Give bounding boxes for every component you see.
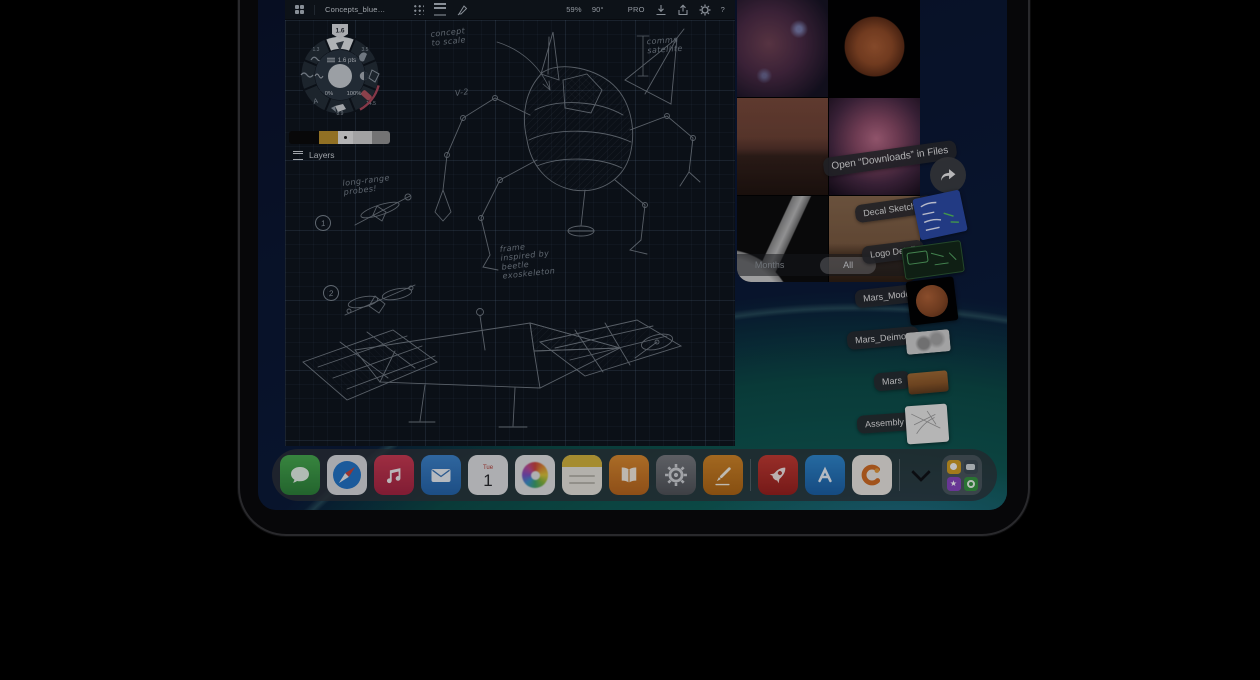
- mail-app-icon[interactable]: [421, 455, 461, 495]
- pen-icon: [710, 462, 736, 488]
- dock: Tue 1: [272, 449, 997, 501]
- notes-app-icon[interactable]: [562, 455, 602, 495]
- calendar-app-icon[interactable]: Tue 1: [468, 455, 508, 495]
- annotation-concept-to-scale: concept to scale: [430, 26, 466, 48]
- drawing-canvas[interactable]: concept to scale comms satellite V-2 lon…: [285, 20, 735, 446]
- mini-app-star-icon: ★: [947, 477, 961, 491]
- notes-line: [569, 482, 595, 484]
- photos-flower-icon: [522, 462, 548, 488]
- notes-header-band: [562, 455, 602, 467]
- brush-preview[interactable]: [328, 64, 352, 88]
- wheel-size-upper-left: 1.3: [313, 47, 320, 53]
- mini-app-tips-icon: [947, 460, 961, 474]
- concepts-app-icon[interactable]: [852, 455, 892, 495]
- opacity-min-label: 0%: [325, 91, 333, 97]
- rocket-app-icon[interactable]: [758, 455, 798, 495]
- pen-nib-icon[interactable]: [456, 4, 468, 16]
- concepts-toolbar: Concepts_blue… 59% 90° PRO: [285, 0, 735, 20]
- wheel-size-upper-right: 3.5: [362, 47, 369, 53]
- swatch-gold[interactable]: [319, 131, 338, 144]
- music-note-icon: [383, 464, 405, 486]
- mail-envelope-icon: [428, 462, 454, 488]
- opacity-max-label: 100%: [347, 91, 362, 97]
- open-book-icon: [616, 462, 642, 488]
- drag-thumb-assembly[interactable]: [905, 404, 950, 445]
- swatch-dark-gray[interactable]: [372, 131, 390, 144]
- app-store-app-icon[interactable]: [805, 455, 845, 495]
- color-swatch-strip[interactable]: [289, 131, 390, 144]
- photo-mars-landscape[interactable]: [737, 98, 828, 195]
- zoom-level[interactable]: 59%: [566, 5, 582, 14]
- toolbar-divider: [314, 5, 315, 15]
- apps-grid-icon[interactable]: [295, 5, 304, 14]
- tab-months[interactable]: Months: [755, 260, 785, 270]
- notes-line: [569, 475, 595, 477]
- document-title[interactable]: Concepts_blue…: [325, 5, 385, 14]
- size-flag-value: 1.6: [335, 28, 344, 35]
- drag-thumb-mars[interactable]: [907, 370, 949, 394]
- layers-panel-header[interactable]: Layers: [293, 150, 335, 160]
- export-share-icon[interactable]: [677, 4, 689, 16]
- photo-grid: [737, 0, 920, 282]
- settings-app-icon[interactable]: [656, 455, 696, 495]
- help-button[interactable]: ?: [721, 5, 725, 14]
- concepts-app-window: Concepts_blue… 59% 90° PRO: [285, 0, 735, 446]
- annotation-comms-satellite: comms satellite: [646, 35, 683, 55]
- forward-arrow-icon: [939, 167, 957, 183]
- drag-thumb-mars-model[interactable]: [905, 276, 958, 326]
- app-library-icon[interactable]: ★: [942, 455, 982, 495]
- drag-label-assembly[interactable]: Assembly: [856, 412, 912, 434]
- annotation-version: V-2: [454, 87, 469, 98]
- dock-divider: [750, 459, 751, 491]
- app-store-a-icon: [812, 462, 838, 488]
- share-forward-button[interactable]: [930, 157, 966, 193]
- snap-grid-icon[interactable]: [413, 4, 424, 15]
- photos-app-icon[interactable]: [515, 455, 555, 495]
- settings-gear-icon[interactable]: [699, 4, 711, 16]
- concepts-c-icon: [858, 461, 886, 489]
- rotation-value[interactable]: 90°: [592, 5, 604, 14]
- app-library-grid: ★: [947, 460, 978, 491]
- import-icon[interactable]: [655, 4, 667, 16]
- safari-app-icon[interactable]: [327, 455, 367, 495]
- tool-wheel[interactable]: A 1.3 3.5 14.5 8.9 1.6 pts 0% 100%: [285, 20, 405, 136]
- messages-bubble-icon: [288, 463, 312, 487]
- dock-divider: [899, 459, 900, 491]
- pro-badge[interactable]: PRO: [628, 5, 645, 14]
- photo-nebula[interactable]: [737, 0, 828, 97]
- safari-compass-icon: [330, 458, 364, 492]
- dock-collapse-button[interactable]: [907, 455, 935, 495]
- wheel-size-bottom: 8.9: [337, 111, 344, 117]
- ipad-screen: Concepts_blue… 59% 90° PRO: [258, 0, 1007, 510]
- books-app-icon[interactable]: [609, 455, 649, 495]
- swatch-light-selected[interactable]: [338, 131, 353, 144]
- mini-app-clock-icon: [964, 477, 978, 491]
- photo-mars-globe[interactable]: [829, 0, 920, 97]
- stroke-size-label: 1.6 pts: [338, 57, 357, 64]
- layers-menu-icon: [293, 151, 303, 160]
- calendar-day: 1: [483, 472, 492, 490]
- pages-app-icon[interactable]: [703, 455, 743, 495]
- drag-thumb-mars-deimos[interactable]: [905, 329, 951, 355]
- layer-stack-icon[interactable]: [434, 3, 446, 16]
- messages-app-icon[interactable]: [280, 455, 320, 495]
- swatch-gray[interactable]: [353, 131, 372, 144]
- chevron-down-icon: [911, 462, 931, 482]
- swatch-black[interactable]: [289, 131, 319, 144]
- layers-label: Layers: [309, 150, 335, 160]
- music-app-icon[interactable]: [374, 455, 414, 495]
- rocket-icon: [765, 462, 791, 488]
- gear-icon: [662, 461, 690, 489]
- mini-app-camera-icon: [964, 460, 978, 474]
- annotation-beetle: frame inspired by beetle exoskeleton: [499, 239, 555, 280]
- drag-label-mars[interactable]: Mars: [873, 370, 910, 391]
- photos-app-window: Months All: [737, 0, 920, 282]
